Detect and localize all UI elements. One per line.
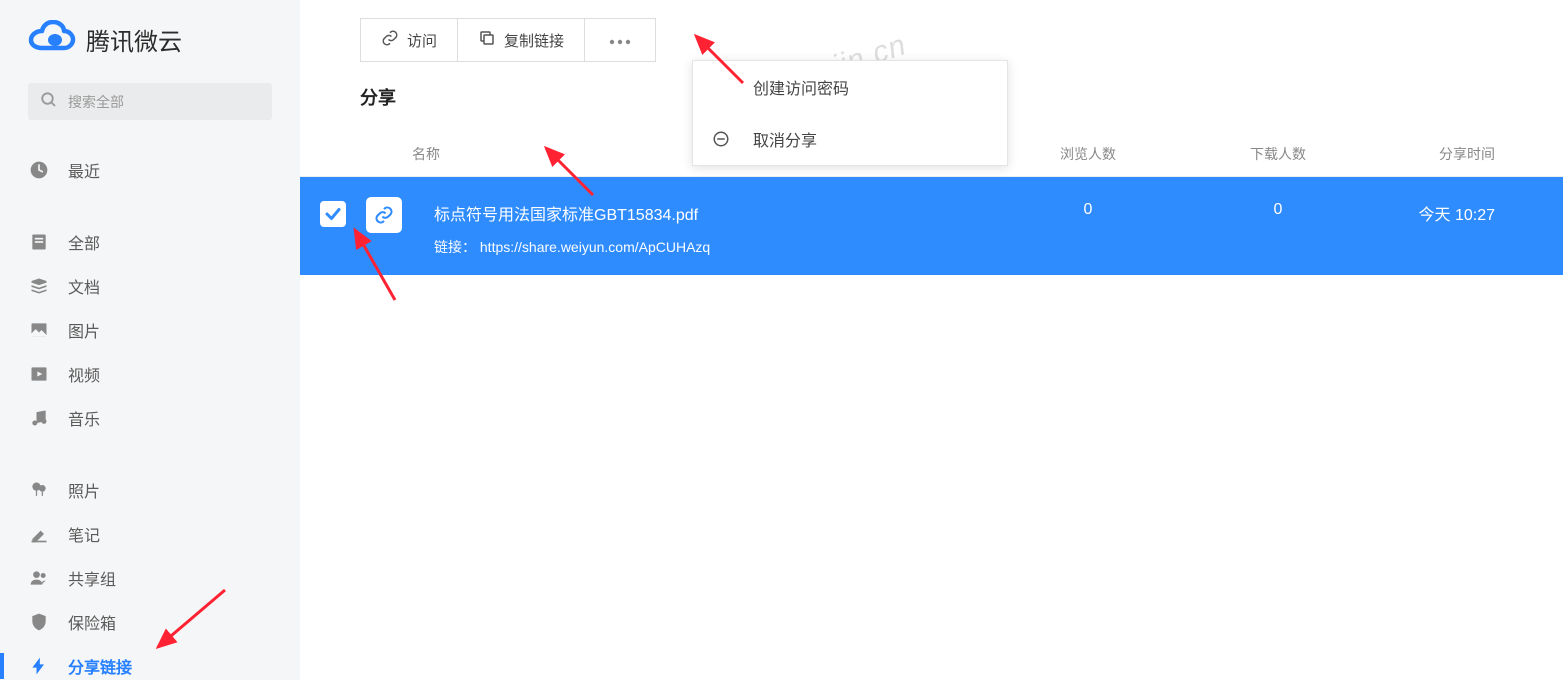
sidebar-nav: 最近 全部 文档 图片 视频 音乐 [0,140,300,688]
button-label: 复制链接 [504,30,564,51]
file-link: 链接： https://share.weiyun.com/ApCUHAzq [434,237,993,257]
column-views: 浏览人数 [1060,146,1116,162]
sidebar-item-label: 保险箱 [68,610,116,634]
search-icon [40,91,58,112]
table-row[interactable]: 标点符号用法国家标准GBT15834.pdf 链接： https://share… [300,177,1563,275]
file-icon [28,231,50,253]
documents-icon [28,275,50,297]
more-icon [609,32,631,49]
more-button[interactable] [585,19,655,61]
column-name: 名称 [412,146,440,162]
sidebar-item-label: 分享链接 [68,654,132,678]
main-content: 访问 复制链接 创建访问密码 取消分享 分享 [300,0,1563,680]
sidebar-item-notes[interactable]: 笔记 [0,512,300,556]
row-time: 今天 10:27 [1419,207,1496,224]
sidebar-item-label: 文档 [68,274,100,298]
search-input[interactable] [68,94,260,110]
cancel-icon [711,130,731,148]
sidebar-item-label: 视频 [68,362,100,386]
sidebar-item-images[interactable]: 图片 [0,308,300,352]
sidebar-item-music[interactable]: 音乐 [0,396,300,440]
sidebar-item-label: 笔记 [68,522,100,546]
image-icon [28,319,50,341]
row-checkbox[interactable] [320,201,346,227]
pencil-icon [28,523,50,545]
dropdown-item-create-password[interactable]: 创建访问密码 [693,61,1007,113]
toolbar-button-group: 访问 复制链接 [360,18,656,62]
column-downloads: 下载人数 [1250,146,1306,162]
clock-icon [28,159,50,181]
sidebar-item-photos[interactable]: 照片 [0,468,300,512]
dropdown-item-cancel-share[interactable]: 取消分享 [693,113,1007,165]
sidebar-item-label: 共享组 [68,566,116,590]
sidebar-item-label: 最近 [68,158,100,182]
more-dropdown: 创建访问密码 取消分享 [692,60,1008,166]
column-time: 分享时间 [1439,146,1495,162]
sidebar: 腾讯微云 最近 全部 文档 [0,0,300,680]
sidebar-item-all[interactable]: 全部 [0,220,300,264]
app-name: 腾讯微云 [86,22,182,57]
button-label: 访问 [407,30,437,51]
file-name: 标点符号用法国家标准GBT15834.pdf [434,201,993,225]
sidebar-item-groups[interactable]: 共享组 [0,556,300,600]
sidebar-item-label: 音乐 [68,406,100,430]
sidebar-item-share-links[interactable]: 分享链接 [0,644,300,688]
search-box[interactable] [28,83,272,120]
row-downloads: 0 [1274,201,1283,218]
sidebar-item-label: 图片 [68,318,100,342]
dropdown-item-label: 取消分享 [753,127,817,151]
cloud-logo-icon [28,20,76,59]
video-icon [28,363,50,385]
shield-icon [28,611,50,633]
copy-icon [478,29,496,51]
music-icon [28,407,50,429]
dropdown-item-label: 创建访问密码 [753,75,849,99]
sidebar-item-label: 全部 [68,230,100,254]
copy-link-button[interactable]: 复制链接 [458,19,585,61]
visit-button[interactable]: 访问 [361,19,458,61]
sidebar-item-recent[interactable]: 最近 [0,148,300,192]
row-views: 0 [1084,201,1093,218]
people-icon [28,567,50,589]
balloon-icon [28,479,50,501]
share-icon [28,655,50,677]
sidebar-item-safe[interactable]: 保险箱 [0,600,300,644]
link-icon [381,29,399,51]
sidebar-item-documents[interactable]: 文档 [0,264,300,308]
sidebar-item-videos[interactable]: 视频 [0,352,300,396]
link-file-icon [366,197,402,233]
sidebar-item-label: 照片 [68,478,100,502]
logo-area: 腾讯微云 [0,0,300,83]
